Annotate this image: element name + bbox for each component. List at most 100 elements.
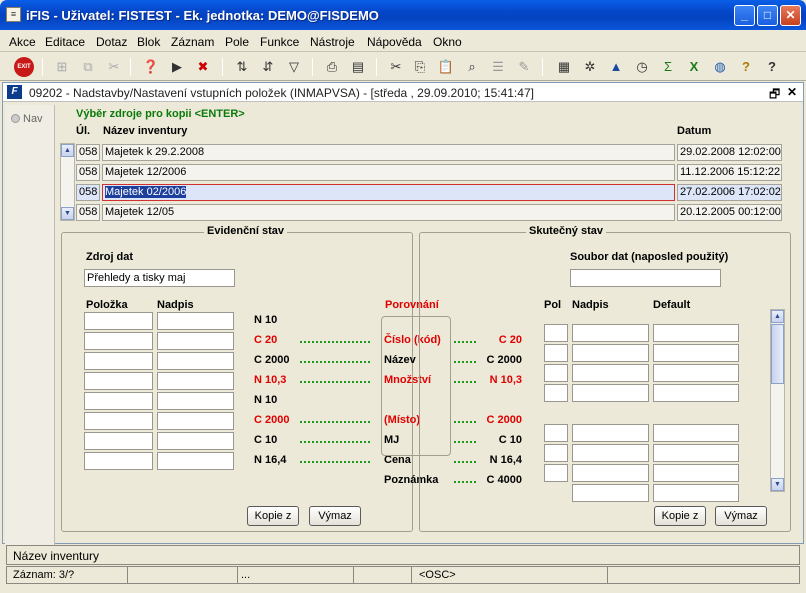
browser-icon[interactable]: ◍ xyxy=(710,57,730,77)
row4-date[interactable]: 20.12.2005 00:12:00 xyxy=(677,204,782,221)
sort-desc-icon[interactable]: ⇵ xyxy=(258,57,278,77)
scroll-up-icon[interactable]: ▲ xyxy=(771,310,784,323)
query-icon[interactable]: ❓ xyxy=(141,57,161,77)
context-help-icon[interactable]: ? xyxy=(762,57,782,77)
row4-ul[interactable]: 058 xyxy=(76,204,100,221)
zdroj-input[interactable]: Přehledy a tisky maj xyxy=(84,269,235,287)
cut-icon[interactable]: ✂ xyxy=(386,57,406,77)
skut-scrollbar[interactable]: ▲ ▼ xyxy=(770,309,785,492)
menu-akce[interactable]: Akce xyxy=(9,35,36,49)
menu-okno[interactable]: Okno xyxy=(433,35,462,49)
close-button[interactable]: ✕ xyxy=(780,5,801,26)
skut-nadpis-input[interactable] xyxy=(572,484,649,502)
menu-funkce[interactable]: Funkce xyxy=(260,35,299,49)
skut-pol-input[interactable] xyxy=(544,464,568,482)
evid-nadpis-input[interactable] xyxy=(157,312,234,330)
skut-vymaz-button[interactable]: Výmaz xyxy=(715,506,767,526)
menu-nastroje[interactable]: Nástroje xyxy=(310,35,355,49)
edit-icon[interactable]: ✎ xyxy=(514,57,534,77)
copy-icon[interactable]: ⎘ xyxy=(410,57,430,77)
cancel-query-icon[interactable]: ✖ xyxy=(193,57,213,77)
row1-name[interactable]: Majetek k 29.2.2008 xyxy=(102,144,675,161)
evid-nadpis-input[interactable] xyxy=(157,352,234,370)
skut-nadpis-input[interactable] xyxy=(572,364,649,382)
skut-pol-input[interactable] xyxy=(544,364,568,382)
skut-nadpis-input[interactable] xyxy=(572,444,649,462)
scroll-thumb[interactable] xyxy=(771,324,784,384)
skut-nadpis-input[interactable] xyxy=(572,344,649,362)
skut-pol-input[interactable] xyxy=(544,384,568,402)
evid-polozka-input[interactable] xyxy=(84,312,153,330)
triangle-icon[interactable]: ▲ xyxy=(606,57,626,77)
menu-blok[interactable]: Blok xyxy=(137,35,160,49)
skut-default-input[interactable] xyxy=(653,344,739,362)
skut-nadpis-input[interactable] xyxy=(572,464,649,482)
evid-nadpis-input[interactable] xyxy=(157,452,234,470)
sort-asc-icon[interactable]: ⇅ xyxy=(232,57,252,77)
form-close-icon[interactable]: ✕ xyxy=(787,85,797,99)
filter-icon[interactable]: ▽ xyxy=(284,57,304,77)
row2-date[interactable]: 11.12.2006 15:12:22 xyxy=(677,164,782,181)
exit-icon[interactable]: EXIT xyxy=(14,57,34,77)
evid-polozka-input[interactable] xyxy=(84,452,153,470)
evid-polozka-input[interactable] xyxy=(84,432,153,450)
settings-wheel-icon[interactable]: ✲ xyxy=(580,57,600,77)
sigma-icon[interactable]: Σ xyxy=(658,57,678,77)
evid-vymaz-button[interactable]: Výmaz xyxy=(309,506,361,526)
skut-default-input[interactable] xyxy=(653,384,739,402)
evid-kopie-button[interactable]: Kopie z xyxy=(247,506,299,526)
help-topic-icon[interactable]: ? xyxy=(736,57,756,77)
find-icon[interactable]: ⌕ xyxy=(462,57,482,77)
evid-polozka-input[interactable] xyxy=(84,372,153,390)
row1-ul[interactable]: 058 xyxy=(76,144,100,161)
menu-dotaz[interactable]: Dotaz xyxy=(96,35,127,49)
skut-default-input[interactable] xyxy=(653,444,739,462)
skut-default-input[interactable] xyxy=(653,324,739,342)
skut-pol-input[interactable] xyxy=(544,324,568,342)
restore-icon[interactable]: 🗗 xyxy=(769,85,780,106)
print-icon[interactable]: ⎙ xyxy=(322,57,342,77)
skut-default-input[interactable] xyxy=(653,364,739,382)
scroll-down-icon[interactable]: ▼ xyxy=(771,478,784,491)
nav-radio[interactable]: Nav xyxy=(11,113,43,125)
evid-nadpis-input[interactable] xyxy=(157,412,234,430)
skut-nadpis-input[interactable] xyxy=(572,384,649,402)
evid-polozka-input[interactable] xyxy=(84,332,153,350)
evid-nadpis-input[interactable] xyxy=(157,372,234,390)
row2-ul[interactable]: 058 xyxy=(76,164,100,181)
insert-record-icon[interactable]: ⊞ xyxy=(52,57,72,77)
maximize-button[interactable]: □ xyxy=(757,5,778,26)
row4-name[interactable]: Majetek 12/05 xyxy=(102,204,675,221)
skut-nadpis-input[interactable] xyxy=(572,324,649,342)
skut-kopie-button[interactable]: Kopie z xyxy=(654,506,706,526)
menu-pole[interactable]: Pole xyxy=(225,35,249,49)
evid-nadpis-input[interactable] xyxy=(157,392,234,410)
scroll-down-icon[interactable]: ▼ xyxy=(61,207,74,220)
menu-editace[interactable]: Editace xyxy=(45,35,85,49)
menu-zaznam[interactable]: Záznam xyxy=(171,35,214,49)
excel-icon[interactable]: X xyxy=(684,57,704,77)
evid-polozka-input[interactable] xyxy=(84,392,153,410)
skut-pol-input[interactable] xyxy=(544,344,568,362)
soubor-input[interactable] xyxy=(570,269,721,287)
list-icon[interactable]: ☰ xyxy=(488,57,508,77)
paste-icon[interactable]: 📋 xyxy=(436,57,456,77)
skut-pol-input[interactable] xyxy=(544,444,568,462)
scroll-up-icon[interactable]: ▲ xyxy=(61,144,74,157)
row1-date[interactable]: 29.02.2008 12:02:00 xyxy=(677,144,782,161)
delete-record-icon[interactable]: ✂ xyxy=(104,57,124,77)
row3-date[interactable]: 27.02.2006 17:02:02 xyxy=(677,184,782,201)
calculator-icon[interactable]: ▦ xyxy=(554,57,574,77)
minimize-button[interactable]: _ xyxy=(734,5,755,26)
skut-pol-input[interactable] xyxy=(544,424,568,442)
source-scrollbar[interactable]: ▲ ▼ xyxy=(60,143,75,221)
row2-name[interactable]: Majetek 12/2006 xyxy=(102,164,675,181)
evid-polozka-input[interactable] xyxy=(84,412,153,430)
duplicate-record-icon[interactable]: ⧉ xyxy=(78,57,98,77)
evid-polozka-input[interactable] xyxy=(84,352,153,370)
skut-nadpis-input[interactable] xyxy=(572,424,649,442)
evid-nadpis-input[interactable] xyxy=(157,332,234,350)
row3-name[interactable]: Majetek 02/2006 xyxy=(102,184,675,201)
menu-napoveda[interactable]: Nápověda xyxy=(367,35,422,49)
skut-default-input[interactable] xyxy=(653,484,739,502)
